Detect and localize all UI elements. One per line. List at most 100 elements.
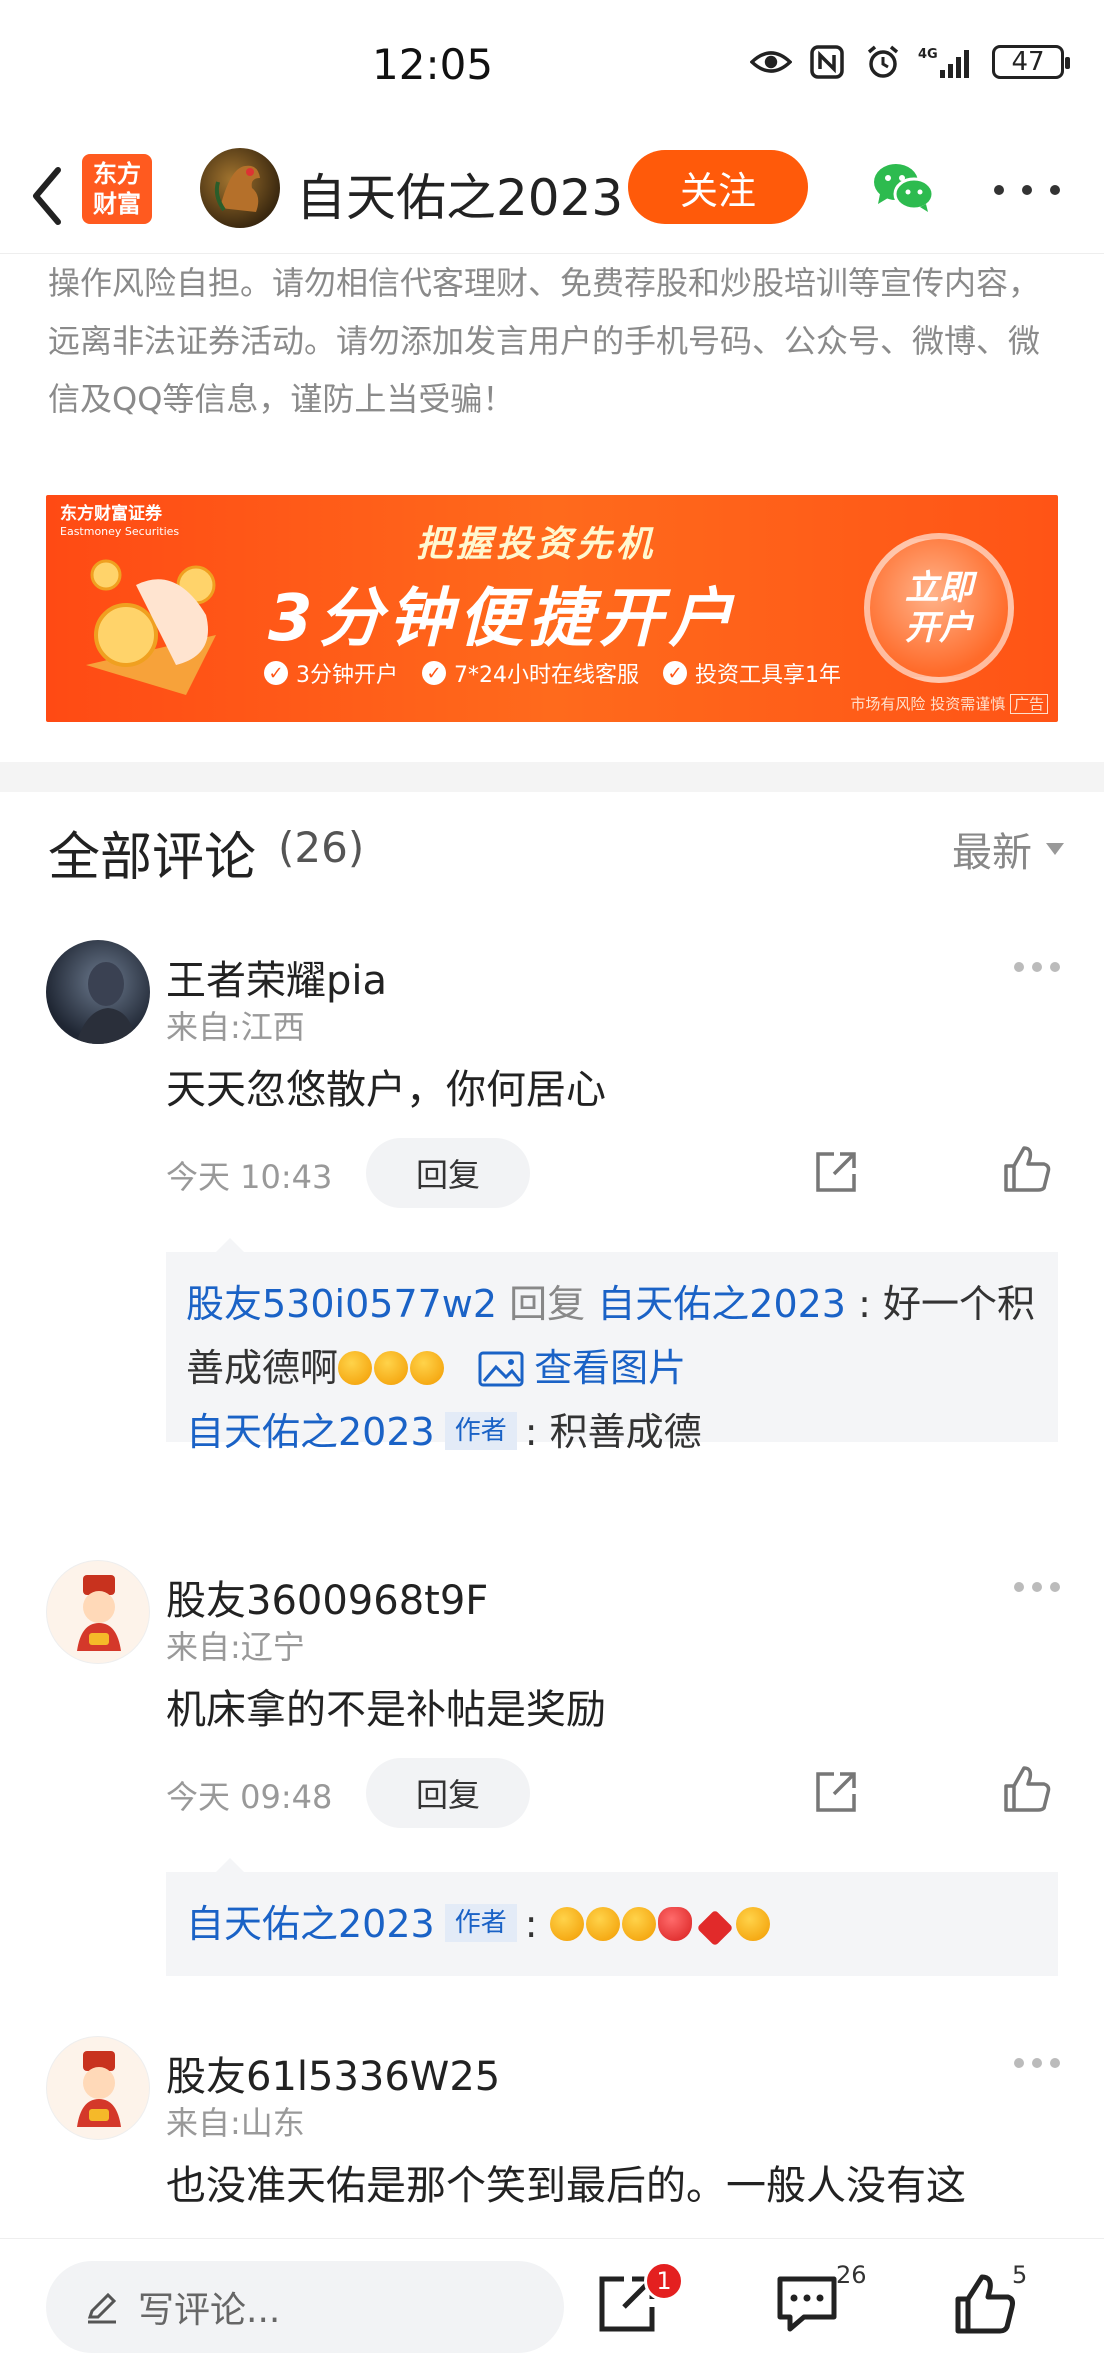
comment-icon[interactable] (774, 2271, 840, 2337)
coins-hand-illustration (86, 559, 216, 695)
image-icon[interactable] (478, 1351, 524, 1387)
commenter-name[interactable]: 股友3600968t9F (166, 1568, 488, 1626)
share-icon[interactable] (812, 1148, 860, 1196)
pencil-icon (87, 2292, 117, 2324)
write-comment-placeholder: 写评论... (138, 2290, 281, 2331)
banner-brand: 东方财富证券 Eastmoney Securities (60, 505, 179, 541)
fortune-emoji (696, 1909, 734, 1947)
like-post-icon[interactable] (952, 2271, 1018, 2337)
banner-brand-cn: 东方财富证券 (60, 504, 162, 524)
battery-icon: 47 (992, 45, 1070, 79)
commenter-location: 来自:江西 (166, 1008, 305, 1046)
comment-text: 也没准天佑是那个笑到最后的。一般人没有这 (166, 2163, 966, 2209)
reply-button[interactable]: 回复 (366, 1758, 530, 1828)
eye-icon (750, 44, 792, 80)
alarm-icon (862, 44, 904, 80)
follow-button[interactable]: 关注 (628, 150, 808, 224)
nfc-icon (806, 44, 848, 80)
smile-emoji (735, 1907, 770, 1941)
share-badge: 1 (644, 2261, 684, 2301)
comment-text: 天天忽悠散户，你何居心 (166, 1067, 606, 1113)
avatar[interactable] (46, 2036, 150, 2140)
bottom-action-bar: 写评论... 1 26 5 (0, 2238, 1104, 2376)
comment-more-icon[interactable] (1014, 1582, 1060, 1592)
comment-count: 26 (836, 2261, 867, 2289)
section-divider (0, 762, 1104, 792)
reply-target[interactable]: 自天佑之2023 (597, 1282, 846, 1326)
comment-more-icon[interactable] (1014, 2058, 1060, 2068)
like-count: 5 (1012, 2261, 1028, 2289)
status-bar: 12:05 4G 47 (0, 0, 1104, 140)
commenter-name[interactable]: 王者荣耀pia (166, 948, 387, 1006)
back-button[interactable] (20, 158, 80, 234)
signal-icon: 4G (918, 44, 978, 80)
risk-text: 市场有风险 投资需谨慎 (850, 695, 1006, 713)
emoji-icon (410, 1351, 445, 1385)
pray-emoji (621, 1907, 656, 1941)
commenter-name[interactable]: 股友61l5336W25 (166, 2044, 500, 2102)
sort-dropdown[interactable]: 最新 (952, 820, 1064, 878)
rose-emoji (657, 1907, 692, 1941)
banner-title: 把握投资先机 (416, 524, 657, 565)
avatar[interactable] (46, 1560, 150, 1664)
banner-headline: 3分钟便捷开户 (268, 582, 739, 656)
comment-time: 今天 10:43 (166, 1158, 333, 1196)
banner-brand-en: Eastmoney Securities (60, 525, 180, 538)
brand-logo-text: 东方 财富 (93, 160, 141, 218)
comments-count: (26) (278, 823, 365, 872)
commenter-location: 来自:辽宁 (166, 1628, 305, 1666)
emoji-icon (374, 1351, 409, 1385)
share-icon[interactable] (812, 1768, 860, 1816)
sort-label: 最新 (952, 830, 1032, 876)
author-name[interactable]: 自天佑之2023 (296, 158, 623, 230)
author-badge: 作者 (444, 1904, 517, 1942)
author-avatar[interactable] (200, 148, 280, 228)
reply-item: 自天佑之2023 作者: 积善成德 (186, 1410, 702, 1454)
reply-item: 股友530i0577w2 回复 自天佑之2023 : 好一个积善成德啊 查看图片 (186, 1282, 1035, 1390)
check-icon: ✓ (663, 661, 687, 685)
write-comment-input[interactable]: 写评论... (46, 2261, 564, 2353)
open-account-button[interactable]: 立即开户 (864, 533, 1014, 683)
banner-features: ✓ 3分钟开户 ✓ 7*24小时在线客服 ✓ 投资工具享1年 (264, 657, 841, 689)
feature-label: 3分钟开户 (296, 663, 398, 688)
feature-label: 投资工具享1年 (695, 663, 841, 688)
like-icon[interactable] (1002, 1764, 1052, 1814)
handshake-emoji (585, 1907, 620, 1941)
ad-tag: 广告 (1009, 694, 1048, 714)
reply-user[interactable]: 自天佑之2023 (186, 1410, 435, 1454)
feature-label: 7*24小时在线客服 (454, 663, 639, 688)
risk-disclaimer: 操作风险自担。请勿相信代客理财、免费荐股和炒股培训等宣传内容，远离非法证券活动。… (48, 264, 1041, 418)
top-nav: 东方 财富 自天佑之2023 关注 (0, 140, 1104, 254)
reply-thread: 股友530i0577w2 回复 自天佑之2023 : 好一个积善成德啊 查看图片… (166, 1238, 1058, 1454)
clock: 12:05 (372, 40, 494, 89)
battery-level: 47 (1011, 47, 1045, 77)
account-opening-banner[interactable]: 东方财富证券 Eastmoney Securities 把握投资先机 3分钟便捷开… (46, 495, 1058, 722)
comment-more-icon[interactable] (1014, 962, 1060, 972)
view-image-link[interactable]: 查看图片 (534, 1346, 686, 1390)
banner-risk-note: 市场有风险 投资需谨慎 广告 (850, 693, 1048, 714)
feature-item: ✓ 7*24小时在线客服 (422, 657, 639, 689)
eastmoney-logo[interactable]: 东方 财富 (82, 154, 152, 224)
caret-down-icon (1046, 843, 1064, 855)
avatar[interactable] (46, 940, 150, 1044)
reply-item: 自天佑之2023 作者: (186, 1892, 1038, 1956)
wechat-share-icon[interactable] (870, 160, 936, 216)
reply-user[interactable]: 股友530i0577w2 (186, 1282, 497, 1326)
reply-user[interactable]: 自天佑之2023 (186, 1902, 435, 1946)
reply-button[interactable]: 回复 (366, 1138, 530, 1208)
reply-text: 积善成德 (549, 1410, 702, 1454)
like-icon[interactable] (1002, 1144, 1052, 1194)
comments-title: 全部评论 (48, 828, 257, 888)
feature-item: ✓ 投资工具享1年 (663, 657, 841, 689)
thumbs-up-emoji (549, 1907, 584, 1941)
check-icon: ✓ (422, 661, 446, 685)
check-icon: ✓ (264, 661, 288, 685)
more-options-icon[interactable] (994, 170, 1060, 210)
comment-text: 机床拿的不是补帖是奖励 (166, 1687, 606, 1733)
author-badge: 作者 (444, 1412, 517, 1450)
reply-thread: 自天佑之2023 作者: (166, 1858, 1058, 1976)
reply-word: 回复 (509, 1282, 586, 1326)
commenter-location: 来自:山东 (166, 2104, 305, 2142)
comment-time: 今天 09:48 (166, 1778, 333, 1816)
feature-item: ✓ 3分钟开户 (264, 657, 398, 689)
